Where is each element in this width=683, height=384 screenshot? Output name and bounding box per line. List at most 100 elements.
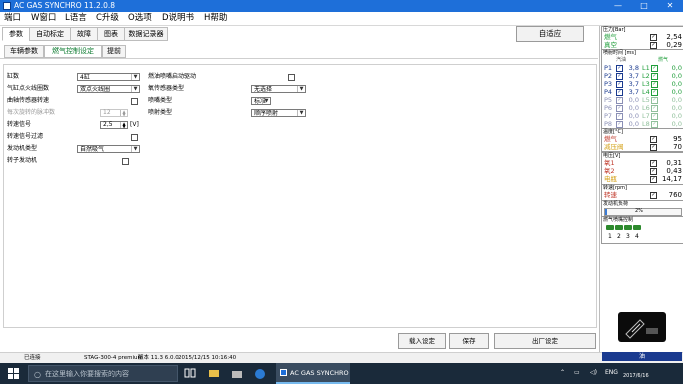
language-indicator[interactable]: ENG	[605, 368, 618, 378]
tab-data-recorder[interactable]: 数据记录器	[124, 27, 168, 41]
save-button[interactable]: 保存	[449, 333, 489, 349]
windows-start-icon[interactable]	[8, 368, 19, 379]
o2-2-label: 氧2	[604, 167, 615, 175]
gas-injector-1-value: 0,0	[671, 64, 682, 72]
clock-date[interactable]: 2017/6/16	[623, 372, 649, 380]
rpm-section: 转速[rpm] 转速 ✓ 760	[601, 184, 683, 201]
turbo-label: 转子发动机	[7, 157, 38, 164]
ignition-select[interactable]: 双点火线圈 ▼	[77, 85, 140, 93]
turbo-checkbox[interactable]	[122, 158, 129, 165]
search-icon: ○	[34, 370, 41, 379]
crank-sensor-checkbox[interactable]	[131, 98, 138, 105]
o2-1-value: 0,31	[666, 159, 682, 167]
gas-injector-1-checkbox[interactable]: ✓	[651, 65, 658, 72]
temperature-section: 温度[°C] 燃气 ✓ 95 减压阀 ✓ 70	[601, 128, 683, 152]
battery-label: 电瓶	[604, 175, 617, 183]
edge-icon[interactable]	[254, 368, 266, 379]
pulses-stepper[interactable]: 12 ▲ ▼	[100, 109, 128, 117]
menu-options[interactable]: O选项	[128, 13, 152, 24]
fuel-injection-label: 燃油喷嘴启动驱动	[148, 73, 197, 80]
gas-injector-3-label: L3	[642, 80, 650, 88]
vacuum-checkbox[interactable]: ✓	[650, 42, 657, 49]
menu-help[interactable]: H帮助	[204, 13, 227, 24]
gas-valve-section: 燃气喷嘴控制 1 2 3 4	[601, 216, 683, 244]
close-button[interactable]: ✕	[657, 0, 683, 12]
engine-type-select[interactable]: 自然吸气 ▼	[77, 145, 140, 153]
gas-injector-7-checkbox[interactable]: ✓	[651, 113, 658, 120]
menu-upgrade[interactable]: C升级	[96, 13, 119, 24]
gas-sensor-select[interactable]: 无选择 ▼	[251, 85, 306, 93]
gas-injector-2-checkbox[interactable]: ✓	[651, 73, 658, 80]
rpm-filter-checkbox[interactable]	[131, 134, 138, 141]
sequence-label: 喷射类型	[148, 109, 173, 116]
taskbar-search-input[interactable]: ○ 在这里输入你要搜索的内容	[28, 365, 178, 382]
minimize-button[interactable]: —	[605, 0, 631, 12]
sequence-select[interactable]: 顺序喷射 ▼	[251, 109, 306, 117]
maximize-button[interactable]: □	[631, 0, 657, 12]
petrol-injector-7-label: P7	[604, 112, 613, 120]
taskbar: ○ 在这里输入你要搜索的内容 AC GAS SYNCHRO ⌃ ▭ ◁) ENG…	[0, 363, 683, 384]
o2-1-checkbox[interactable]: ✓	[650, 160, 657, 167]
cylinders-label: 缸数	[7, 73, 20, 80]
store-icon[interactable]	[231, 368, 243, 379]
injector-type-select[interactable]: 标准 ▼	[251, 97, 271, 105]
rpm-signal-label: 转速信号	[7, 121, 32, 128]
menu-port[interactable]: 端口	[4, 13, 21, 24]
tab-parameters[interactable]: 参数	[2, 27, 30, 41]
injector-type-label: 喷嘴类型	[148, 97, 173, 104]
gas-injector-3-value: 0,0	[671, 80, 682, 88]
tab-charts[interactable]: 图表	[97, 27, 125, 41]
task-view-icon[interactable]	[184, 368, 196, 379]
gas-injector-6-checkbox[interactable]: ✓	[651, 105, 658, 112]
injection-section: 喷射时间 [ms] 汽油 燃气 P1 ✓ 3,8 L1 ✓ 0,0 P2 ✓ 3,7 L2 ✓ 0,0…	[601, 49, 683, 129]
rpm-filter-label: 转速信号过滤	[7, 133, 44, 140]
engine-load-value: 2%	[635, 208, 643, 214]
engine-type-label: 发动机类型	[7, 145, 38, 152]
engine-load-section: 发动机负荷 2%	[601, 200, 683, 217]
petrol-injector-3-label: P3	[604, 80, 613, 88]
reducer-temp-checkbox[interactable]: ✓	[650, 144, 657, 151]
gas-injector-3-checkbox[interactable]: ✓	[651, 81, 658, 88]
tray-chevron-icon[interactable]: ⌃	[560, 368, 565, 378]
tab-vehicle-params[interactable]: 车辆参数	[4, 45, 44, 58]
petrol-injector-8-value: 0,0	[628, 120, 639, 128]
rpm-signal-stepper[interactable]: 2,5 ▲ ▼	[100, 121, 128, 129]
gas-injector-8-value: 0,0	[671, 120, 682, 128]
rpm-checkbox[interactable]: ✓	[650, 192, 657, 199]
taskbar-app-ac-gas-synchro[interactable]: AC GAS SYNCHRO	[276, 363, 350, 384]
connection-status: 已连接	[24, 355, 41, 361]
petrol-injector-8-label: P8	[604, 120, 613, 128]
cylinders-select[interactable]: 4缸 ▼	[77, 73, 140, 81]
chevron-down-icon: ▼	[131, 146, 139, 152]
gas-injector-4-checkbox[interactable]: ✓	[651, 89, 658, 96]
gas-injector-5-checkbox[interactable]: ✓	[651, 97, 658, 104]
gas-injector-8-checkbox[interactable]: ✓	[651, 121, 658, 128]
o2-2-checkbox[interactable]: ✓	[650, 168, 657, 175]
pressure-section: 压力[Bar] 燃气 ✓ 2,54 真空 ✓ 0,29	[601, 26, 683, 50]
tab-advance[interactable]: 提前	[102, 45, 126, 58]
fuel-injection-checkbox[interactable]	[288, 74, 295, 81]
battery-icon[interactable]: ▭	[574, 368, 580, 378]
autoadapt-button[interactable]: 自适应	[516, 26, 584, 42]
gas-injector-5-label: L5	[642, 96, 650, 104]
file-explorer-icon[interactable]	[208, 368, 220, 379]
menu-manual[interactable]: D说明书	[162, 13, 194, 24]
battery-checkbox[interactable]: ✓	[650, 176, 657, 183]
menu-language[interactable]: L语言	[65, 13, 87, 24]
menu-window[interactable]: W窗口	[31, 13, 56, 24]
gas-temp-checkbox[interactable]: ✓	[650, 136, 657, 143]
o2-2-value: 0,43	[666, 167, 682, 175]
load-settings-button[interactable]: 载入设定	[398, 333, 446, 349]
gas-injector-4-label: L4	[642, 88, 650, 96]
gas-injector-5-value: 0,0	[671, 96, 682, 104]
gas-injector-6-label: L6	[642, 104, 650, 112]
tab-gas-control[interactable]: 燃气控制设定	[44, 45, 102, 58]
gas-temp-value: 95	[673, 135, 682, 143]
gas-pressure-checkbox[interactable]: ✓	[650, 34, 657, 41]
volume-icon[interactable]: ◁)	[590, 368, 597, 378]
gas-injector-7-label: L7	[642, 112, 650, 120]
tab-autocalibration[interactable]: 自动标定	[29, 27, 71, 41]
factory-settings-button[interactable]: 出厂设定	[494, 333, 596, 349]
tab-faults[interactable]: 故障	[70, 27, 98, 41]
valve-1-indicator	[606, 225, 614, 230]
